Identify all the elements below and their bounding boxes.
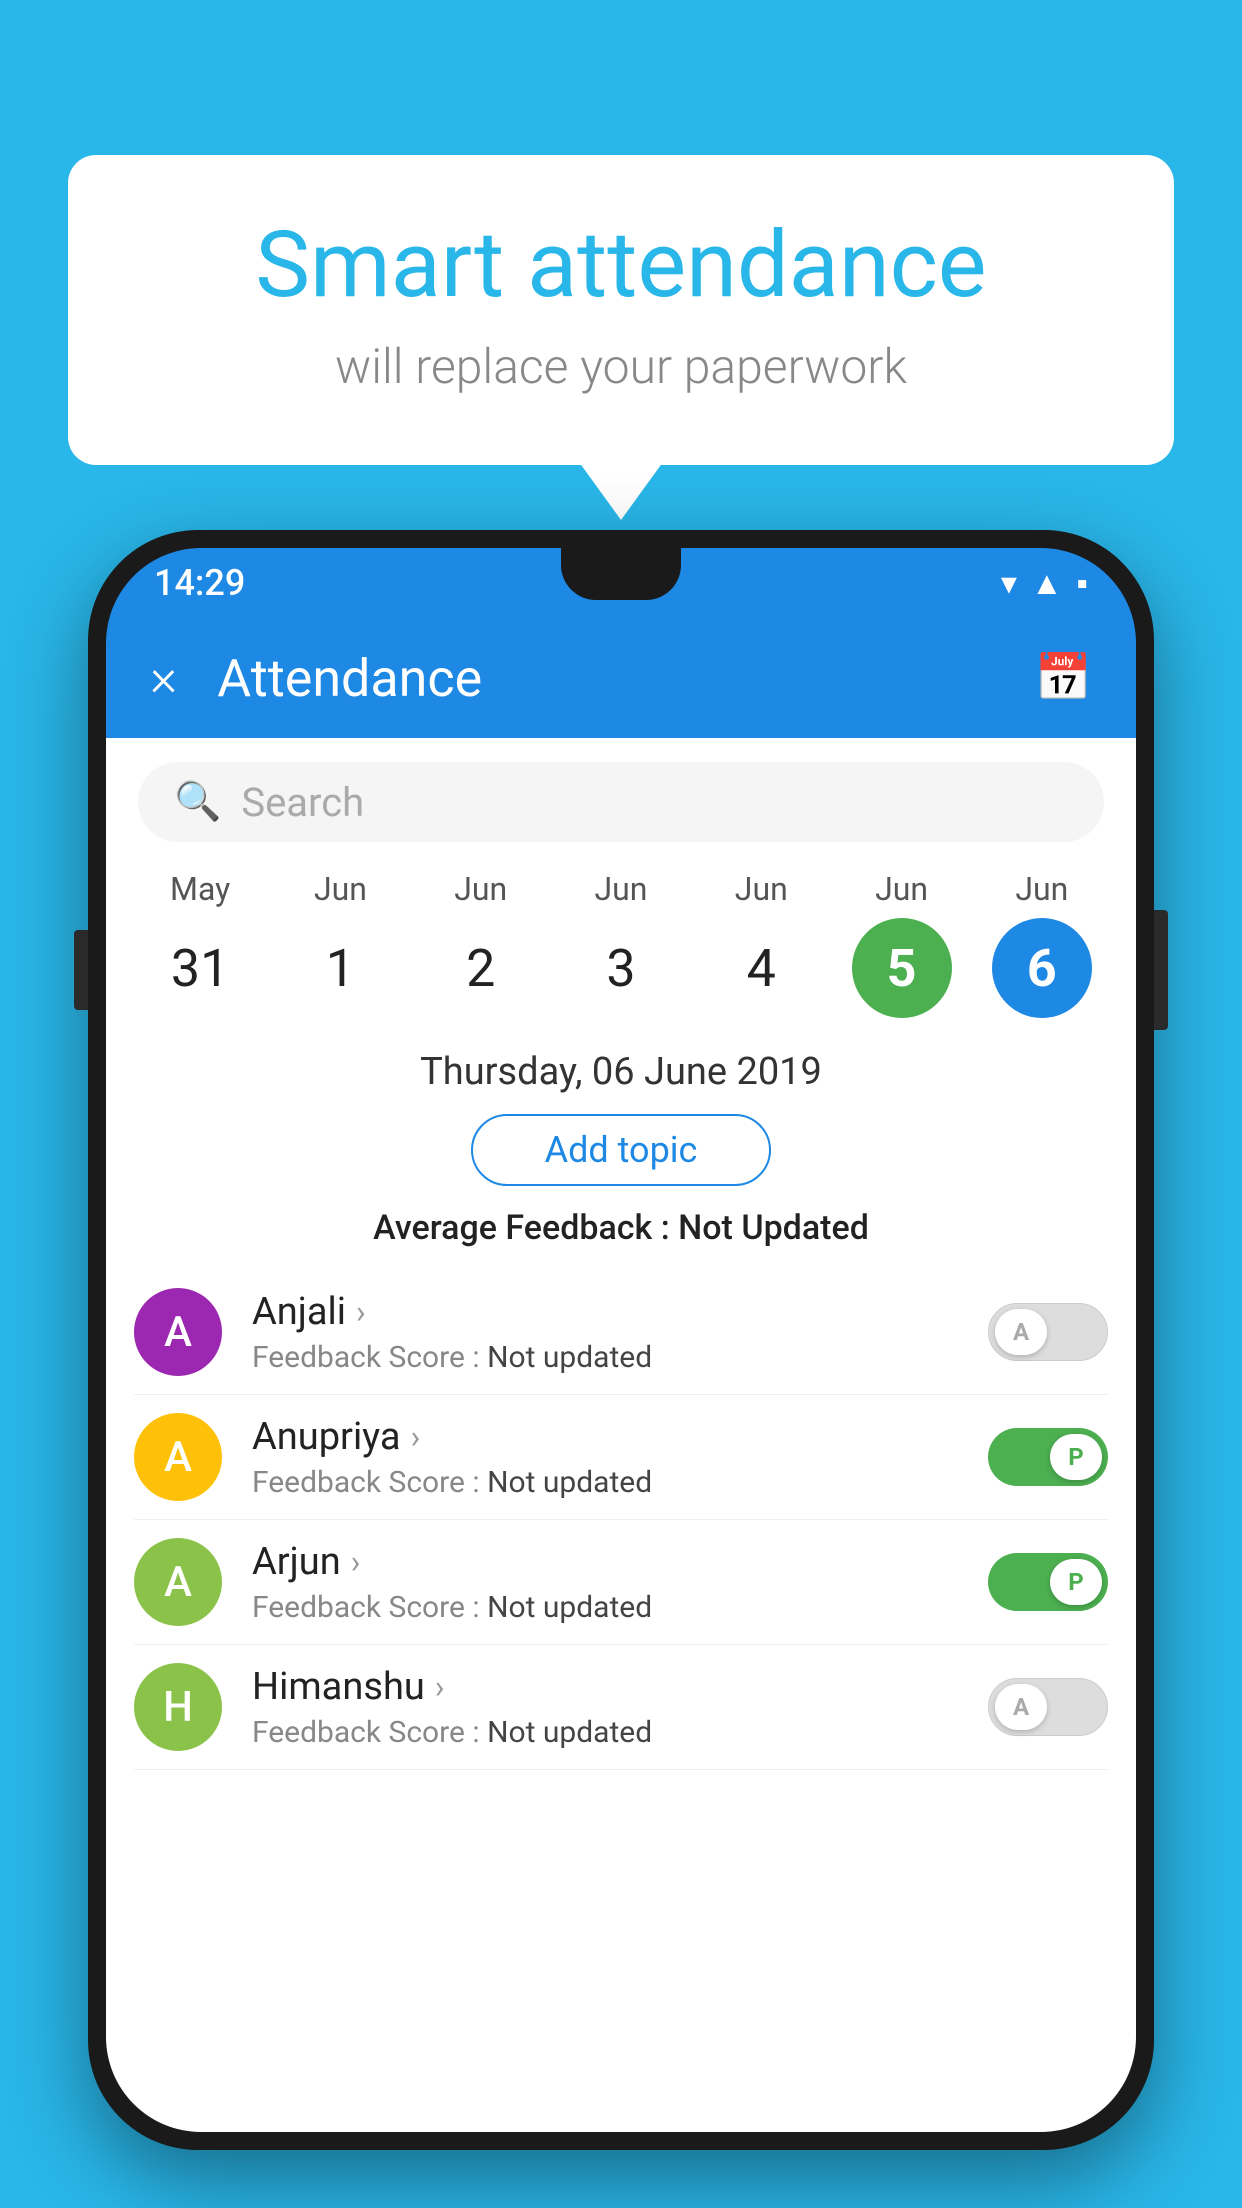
- status-time: 14:29: [154, 562, 245, 604]
- selected-date: Thursday, 06 June 2019: [106, 1050, 1136, 1094]
- student-avatar: A: [134, 1288, 222, 1376]
- attendance-toggle[interactable]: A: [988, 1303, 1108, 1361]
- calendar-day[interactable]: Jun 1: [280, 870, 400, 1018]
- calendar-month: Jun: [454, 870, 507, 908]
- phone-container: 14:29 ▾ ▲ ▪ × Attendance 📅 🔍 Search: [88, 530, 1154, 2208]
- calendar-month: Jun: [735, 870, 788, 908]
- student-avatar: A: [134, 1413, 222, 1501]
- feedback-value: Not Updated: [678, 1208, 869, 1248]
- wifi-icon: ▾: [1001, 564, 1017, 602]
- student-feedback: Feedback Score : Not updated: [252, 1465, 988, 1500]
- student-feedback: Feedback Score : Not updated: [252, 1715, 988, 1750]
- attendance-toggle[interactable]: P: [988, 1428, 1108, 1486]
- student-avatar: H: [134, 1663, 222, 1751]
- toggle-knob: P: [1050, 1434, 1102, 1480]
- calendar-icon[interactable]: 📅: [1035, 651, 1092, 705]
- chevron-right-icon: ›: [411, 1418, 421, 1456]
- calendar-day[interactable]: Jun 3: [561, 870, 681, 1018]
- battery-icon: ▪: [1077, 564, 1088, 602]
- calendar-month: Jun: [314, 870, 367, 908]
- speech-bubble-container: Smart attendance will replace your paper…: [68, 155, 1174, 465]
- calendar-month: Jun: [875, 870, 928, 908]
- app-bar-title: Attendance: [217, 648, 1034, 709]
- student-name: Arjun ›: [252, 1540, 988, 1584]
- add-topic-button[interactable]: Add topic: [471, 1114, 771, 1186]
- phone-inner: 14:29 ▾ ▲ ▪ × Attendance 📅 🔍 Search: [106, 548, 1136, 2132]
- student-info: Arjun › Feedback Score : Not updated: [252, 1540, 988, 1625]
- calendar-strip: May 31 Jun 1 Jun 2 Jun 3 Jun 4 Jun 5 Jun 6: [106, 842, 1136, 1034]
- volume-button-left: [74, 930, 88, 1010]
- calendar-day[interactable]: May 31: [140, 870, 260, 1018]
- student-item[interactable]: AAnjali ›Feedback Score : Not updatedA: [134, 1270, 1108, 1395]
- calendar-day[interactable]: Jun 2: [421, 870, 541, 1018]
- notch: [561, 548, 681, 600]
- search-icon: 🔍: [174, 780, 221, 824]
- status-icons: ▾ ▲ ▪: [1001, 564, 1088, 602]
- signal-icon: ▲: [1031, 564, 1063, 602]
- chevron-right-icon: ›: [435, 1668, 445, 1706]
- status-bar: 14:29 ▾ ▲ ▪: [106, 548, 1136, 618]
- feedback-label-text: Average Feedback :: [373, 1208, 678, 1248]
- calendar-date[interactable]: 3: [571, 918, 671, 1018]
- calendar-date[interactable]: 31: [150, 918, 250, 1018]
- phone-screen: 🔍 Search May 31 Jun 1 Jun 2 Jun 3 Jun 4 Jun 5 Jun 6 T…: [106, 738, 1136, 2132]
- student-name: Anjali ›: [252, 1290, 988, 1334]
- calendar-day[interactable]: Jun 6: [982, 870, 1102, 1018]
- speech-bubble-subtitle: will replace your paperwork: [148, 338, 1094, 395]
- calendar-day[interactable]: Jun 4: [701, 870, 821, 1018]
- calendar-month: Jun: [1015, 870, 1068, 908]
- calendar-date[interactable]: 6: [992, 918, 1092, 1018]
- student-name: Himanshu ›: [252, 1665, 988, 1709]
- student-info: Himanshu › Feedback Score : Not updated: [252, 1665, 988, 1750]
- toggle-knob: P: [1050, 1559, 1102, 1605]
- calendar-date[interactable]: 4: [711, 918, 811, 1018]
- chevron-right-icon: ›: [356, 1293, 366, 1331]
- student-item[interactable]: H Himanshu › Feedback Score : Not updatedA: [134, 1645, 1108, 1770]
- student-avatar: A: [134, 1538, 222, 1626]
- calendar-month: Jun: [595, 870, 648, 908]
- search-placeholder: Search: [241, 779, 364, 826]
- toggle-knob: A: [995, 1309, 1047, 1355]
- student-name: Anupriya ›: [252, 1415, 988, 1459]
- search-bar[interactable]: 🔍 Search: [138, 762, 1104, 842]
- phone-outer: 14:29 ▾ ▲ ▪ × Attendance 📅 🔍 Search: [88, 530, 1154, 2150]
- calendar-date[interactable]: 5: [852, 918, 952, 1018]
- power-button-right: [1154, 910, 1168, 1030]
- student-info: Anupriya › Feedback Score : Not updated: [252, 1415, 988, 1500]
- calendar-day[interactable]: Jun 5: [842, 870, 962, 1018]
- calendar-month: May: [170, 870, 230, 908]
- speech-bubble-title: Smart attendance: [148, 215, 1094, 316]
- speech-bubble: Smart attendance will replace your paper…: [68, 155, 1174, 465]
- calendar-date[interactable]: 1: [290, 918, 390, 1018]
- attendance-toggle[interactable]: A: [988, 1678, 1108, 1736]
- chevron-right-icon: ›: [351, 1543, 361, 1581]
- toggle-knob: A: [995, 1684, 1047, 1730]
- feedback-summary: Average Feedback : Not Updated: [106, 1208, 1136, 1248]
- student-feedback: Feedback Score : Not updated: [252, 1340, 988, 1375]
- student-item[interactable]: A Arjun › Feedback Score : Not updated P: [134, 1520, 1108, 1645]
- student-info: Anjali › Feedback Score : Not updated: [252, 1290, 988, 1375]
- student-feedback: Feedback Score : Not updated: [252, 1590, 988, 1625]
- student-item[interactable]: A Anupriya › Feedback Score : Not updated P: [134, 1395, 1108, 1520]
- student-list: AAnjali ›Feedback Score : Not updatedAAA…: [106, 1270, 1136, 1770]
- close-button[interactable]: ×: [150, 652, 177, 704]
- calendar-date[interactable]: 2: [431, 918, 531, 1018]
- attendance-toggle[interactable]: P: [988, 1553, 1108, 1611]
- app-bar: × Attendance 📅: [106, 618, 1136, 738]
